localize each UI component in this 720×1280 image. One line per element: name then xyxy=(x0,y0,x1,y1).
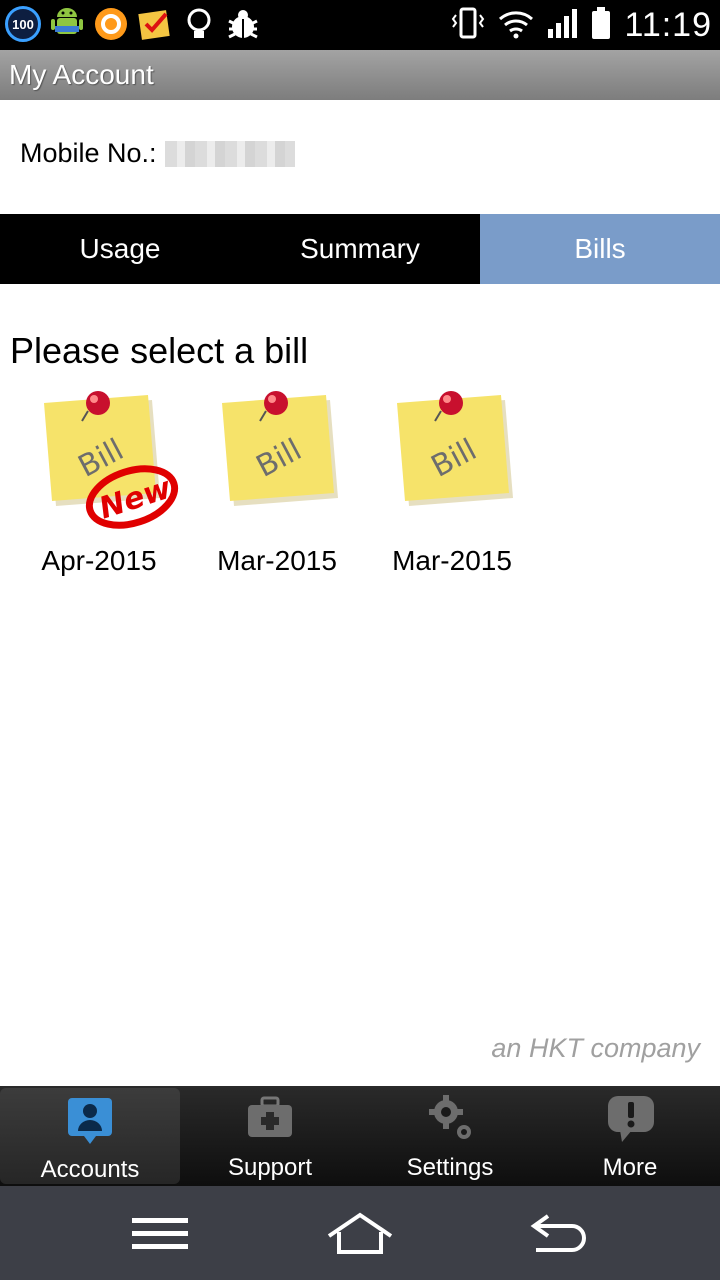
bill-date-label: Apr-2015 xyxy=(41,545,157,576)
bill-item-apr-2015[interactable]: Bill New Apr-2015 xyxy=(14,385,184,585)
bill-note-icon: Bill xyxy=(204,385,338,525)
tab-summary[interactable]: Summary xyxy=(240,214,480,284)
mobile-label: Mobile No.: xyxy=(20,138,157,168)
bill-note-icon: Bill xyxy=(379,385,513,525)
app-title-bar: My Account xyxy=(0,50,720,100)
tab-bills[interactable]: Bills xyxy=(480,214,720,284)
bug-icon xyxy=(224,5,262,43)
nav-label: Support xyxy=(227,1154,313,1181)
nav-label: Accounts xyxy=(40,1156,140,1183)
nav-more[interactable]: More xyxy=(540,1086,720,1186)
bill-date-label: Mar-2015 xyxy=(392,545,512,576)
task-checklist-icon xyxy=(136,5,174,43)
bill-item-mar-2015[interactable]: Bill Mar-2015 xyxy=(192,385,362,585)
signal-icon xyxy=(546,7,578,44)
nav-label: More xyxy=(602,1154,658,1181)
nav-accounts[interactable]: Accounts xyxy=(0,1088,180,1184)
home-icon[interactable] xyxy=(320,1206,400,1262)
badge-count: 100 xyxy=(5,6,41,42)
vibrate-icon xyxy=(450,6,486,45)
bill-list: Bill New Apr-2015 Bill Mar-2015 Bill Mar… xyxy=(0,385,720,595)
back-icon[interactable] xyxy=(520,1206,600,1262)
lightbulb-icon xyxy=(180,5,218,43)
orange-ring-icon xyxy=(92,5,130,43)
status-time: 11:19 xyxy=(624,6,712,44)
status-bar: 100 11:19 xyxy=(0,0,720,50)
battery-saver-badge-icon: 100 xyxy=(4,5,42,43)
person-icon xyxy=(66,1096,114,1144)
tab-bar: Usage Summary Bills xyxy=(0,214,720,284)
nav-label: Settings xyxy=(406,1154,494,1181)
exclamation-bubble-icon xyxy=(606,1094,654,1142)
hkt-company-footer: an HKT company xyxy=(491,1033,700,1063)
bill-date-label: Mar-2015 xyxy=(217,545,337,576)
bill-item-mar-2015-second[interactable]: Bill Mar-2015 xyxy=(367,385,537,585)
android-icon xyxy=(48,5,86,43)
bill-note-icon: Bill New xyxy=(26,385,179,529)
nav-support[interactable]: Support xyxy=(180,1086,360,1186)
system-nav-bar xyxy=(0,1186,720,1280)
battery-icon xyxy=(590,6,612,45)
notification-icons: 100 xyxy=(4,5,262,43)
page-title: My Account xyxy=(9,59,154,90)
wifi-icon xyxy=(498,7,534,44)
select-bill-heading: Please select a bill xyxy=(10,330,309,371)
bottom-nav: Accounts Support Settings More xyxy=(0,1086,720,1186)
system-status: 11:19 xyxy=(450,6,712,45)
first-aid-kit-icon xyxy=(246,1094,294,1142)
mobile-number-redacted xyxy=(164,140,295,167)
tab-usage[interactable]: Usage xyxy=(0,214,240,284)
mobile-number-row: Mobile No.: xyxy=(20,138,295,169)
gears-icon xyxy=(426,1094,474,1142)
nav-settings[interactable]: Settings xyxy=(360,1086,540,1186)
menu-icon[interactable] xyxy=(120,1206,200,1262)
